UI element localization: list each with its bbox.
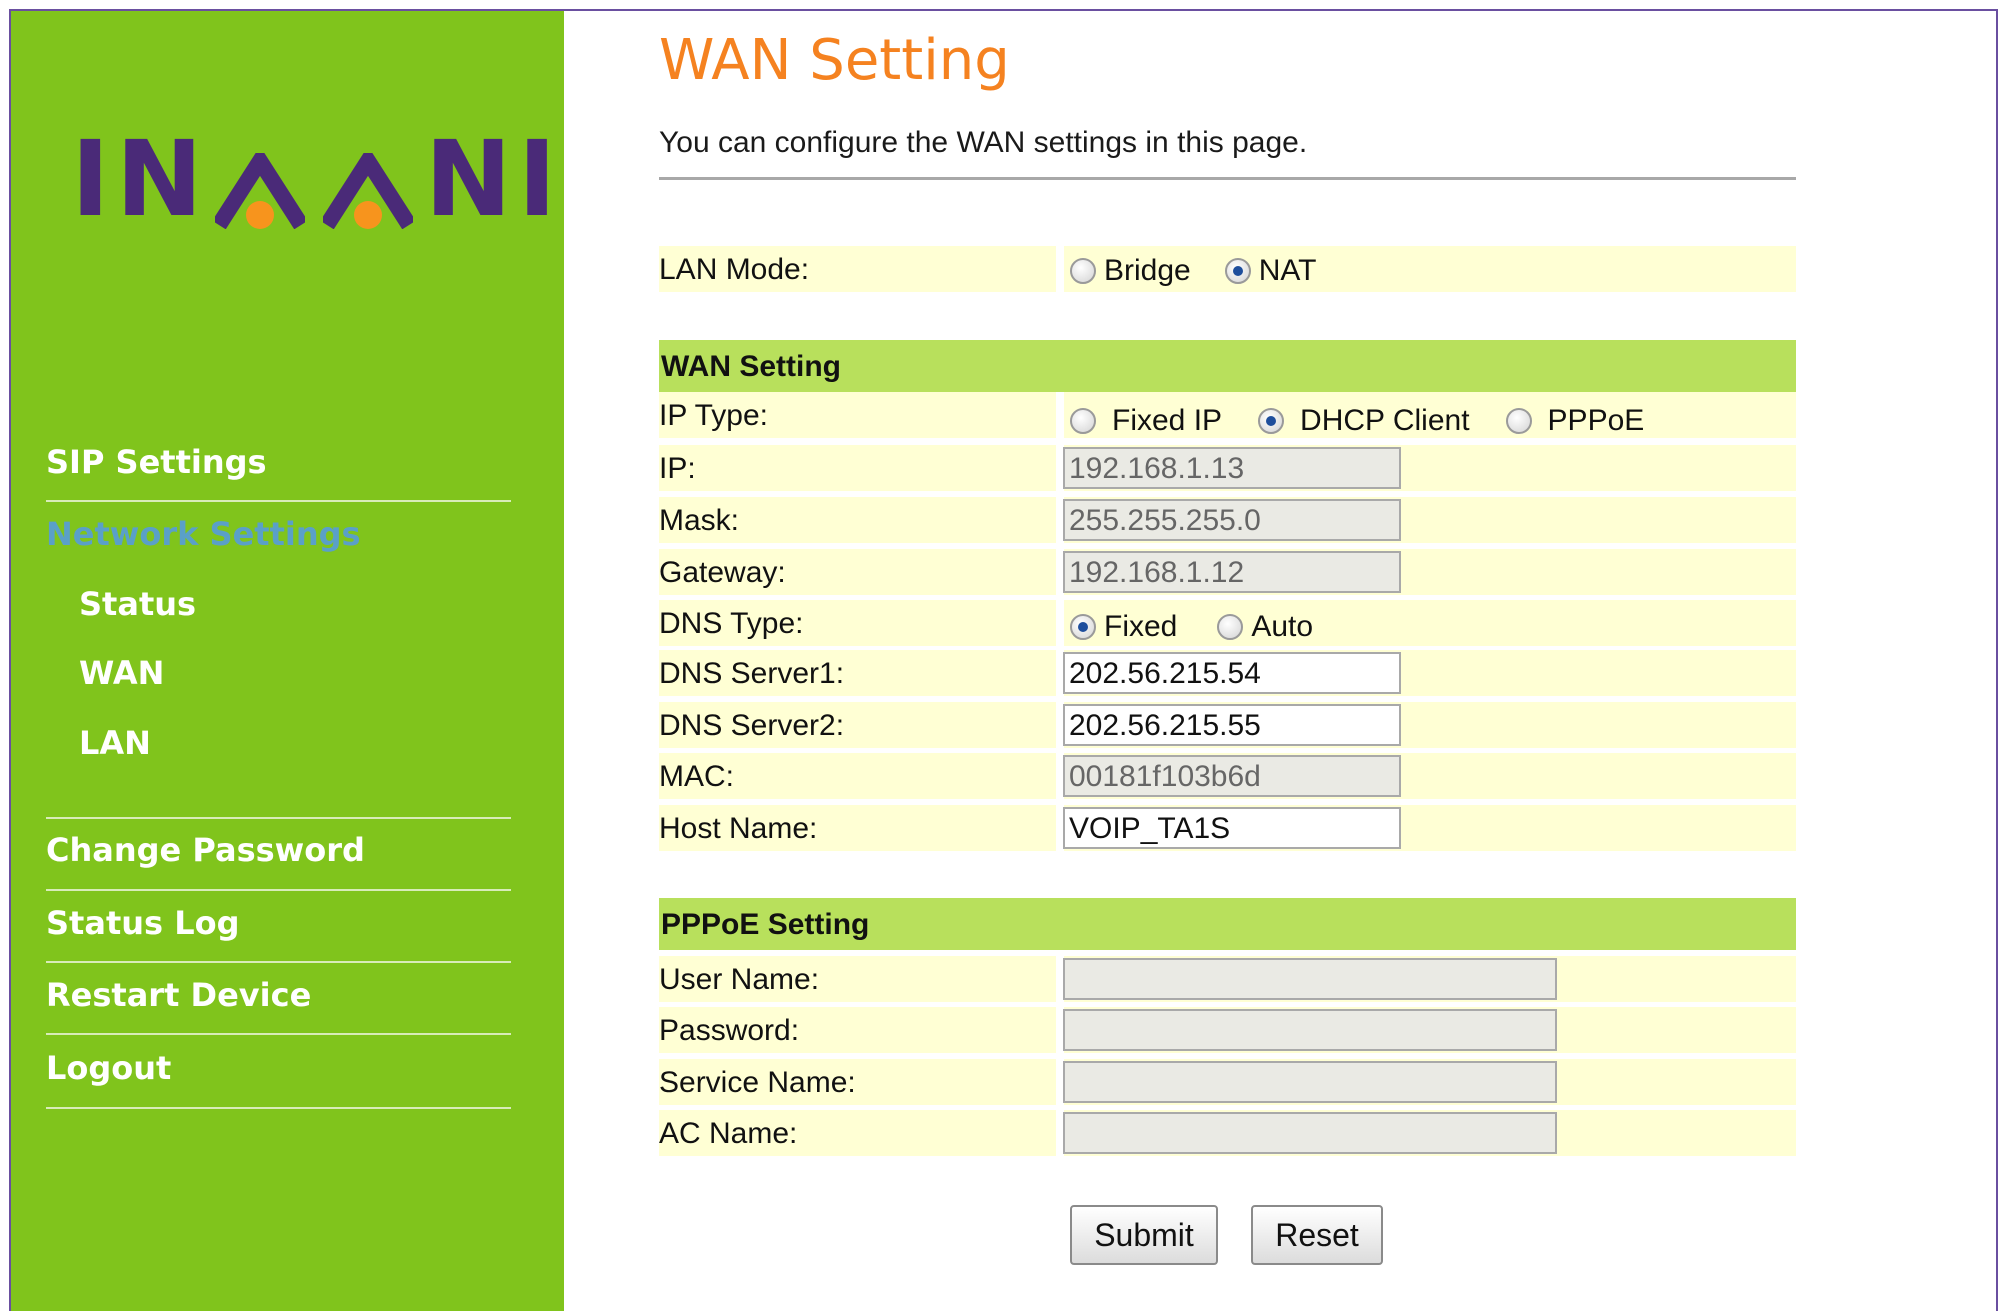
ip-type-label: IP Type: (659, 399, 768, 432)
radio-unchecked-icon[interactable] (1070, 258, 1096, 284)
ip-label: IP: (659, 452, 696, 485)
ip-field[interactable]: 192.168.1.13 (1063, 447, 1401, 489)
pppoe-password-row: Password: (659, 1007, 1796, 1053)
pppoe-user-field[interactable] (1063, 958, 1557, 1000)
page-description: You can configure the WAN settings in th… (659, 126, 1308, 159)
lan-mode-row: LAN Mode: Bridge NAT (659, 246, 1796, 292)
wan-section-header: WAN Setting (659, 340, 1796, 392)
dns-server1-label: DNS Server1: (659, 657, 845, 690)
dns-server1-field[interactable]: 202.56.215.54 (1063, 652, 1401, 694)
pppoe-service-label: Service Name: (659, 1066, 856, 1099)
mac-label: MAC: (659, 760, 734, 793)
pppoe-password-field[interactable] (1063, 1009, 1557, 1051)
nav-divider (46, 1107, 511, 1109)
lan-mode-bridge-radio[interactable]: Bridge (1070, 254, 1191, 288)
nav-divider (46, 889, 511, 891)
dns-type-label: DNS Type: (659, 607, 804, 640)
dns-type-row: DNS Type: Fixed Auto (659, 600, 1796, 646)
sidebar-item-change-password[interactable]: Change Password (46, 831, 511, 869)
pppoe-user-row: User Name: (659, 956, 1796, 1002)
ip-type-fixed-radio[interactable]: Fixed IP (1070, 404, 1222, 438)
ip-type-pppoe-radio[interactable]: PPPoE (1505, 404, 1644, 438)
sidebar-item-sip-settings[interactable]: SIP Settings (46, 443, 511, 481)
pppoe-ac-label: AC Name: (659, 1117, 798, 1150)
pppoe-section-header: PPPoE Setting (659, 898, 1796, 950)
pppoe-password-label: Password: (659, 1014, 800, 1047)
sidebar-item-status-log[interactable]: Status Log (46, 904, 511, 942)
mac-row: MAC: 00181f103b6d (659, 753, 1796, 799)
radio-unchecked-icon[interactable] (1217, 614, 1244, 640)
reset-button[interactable]: Reset (1251, 1205, 1383, 1265)
brand-logo: I N N I (71, 118, 557, 240)
ip-row: IP: 192.168.1.13 (659, 445, 1796, 491)
radio-checked-icon[interactable] (1258, 408, 1285, 434)
host-name-row: Host Name: VOIP_TA1S (659, 805, 1796, 851)
radio-unchecked-icon[interactable] (1505, 408, 1532, 434)
page-title: WAN Setting (659, 28, 1010, 93)
mask-field[interactable]: 255.255.255.0 (1063, 499, 1401, 541)
lan-mode-label: LAN Mode: (659, 253, 810, 286)
mac-field[interactable]: 00181f103b6d (1063, 755, 1401, 797)
nav-divider (46, 817, 511, 819)
mask-label: Mask: (659, 504, 740, 537)
nav-divider (46, 500, 511, 502)
nav-divider (46, 961, 511, 963)
pppoe-service-field[interactable] (1063, 1061, 1557, 1103)
submit-button[interactable]: Submit (1070, 1205, 1218, 1265)
sidebar: I N N I SIP Settings Network Settings St… (11, 11, 564, 1311)
sidebar-item-lan[interactable]: LAN (79, 724, 151, 762)
sidebar-item-network-settings[interactable]: Network Settings (46, 515, 511, 553)
radio-unchecked-icon[interactable] (1070, 408, 1096, 434)
gateway-label: Gateway: (659, 556, 786, 589)
gateway-field[interactable]: 192.168.1.12 (1063, 551, 1401, 593)
radio-checked-icon[interactable] (1070, 614, 1096, 640)
dns-server1-row: DNS Server1: 202.56.215.54 (659, 650, 1796, 696)
lan-mode-radio-group: Bridge NAT (1070, 254, 1351, 288)
radio-checked-icon[interactable] (1224, 258, 1251, 284)
dns-server2-field[interactable]: 202.56.215.55 (1063, 704, 1401, 746)
nav-divider (46, 1033, 511, 1035)
sidebar-item-wan[interactable]: WAN (79, 654, 164, 692)
sidebar-item-status[interactable]: Status (79, 585, 196, 623)
dns-server2-label: DNS Server2: (659, 709, 845, 742)
pppoe-ac-field[interactable] (1063, 1112, 1557, 1154)
pppoe-service-row: Service Name: (659, 1059, 1796, 1105)
pppoe-ac-row: AC Name: (659, 1110, 1796, 1156)
host-name-label: Host Name: (659, 812, 818, 845)
title-divider (659, 177, 1796, 180)
host-name-field[interactable]: VOIP_TA1S (1063, 807, 1401, 849)
ip-type-row: IP Type: Fixed IP DHCP Client PPPoE (659, 392, 1796, 438)
pppoe-user-label: User Name: (659, 963, 820, 996)
lan-mode-nat-radio[interactable]: NAT (1224, 254, 1317, 288)
dns-server2-row: DNS Server2: 202.56.215.55 (659, 702, 1796, 748)
ip-type-radio-group: Fixed IP DHCP Client PPPoE (1070, 404, 1678, 438)
dns-type-radio-group: Fixed Auto (1070, 610, 1347, 644)
gateway-row: Gateway: 192.168.1.12 (659, 549, 1796, 595)
dns-type-fixed-radio[interactable]: Fixed (1070, 610, 1177, 644)
ip-type-dhcp-radio[interactable]: DHCP Client (1258, 404, 1470, 438)
sidebar-item-restart-device[interactable]: Restart Device (46, 976, 511, 1014)
dns-type-auto-radio[interactable]: Auto (1217, 610, 1313, 644)
mask-row: Mask: 255.255.255.0 (659, 497, 1796, 543)
sidebar-item-logout[interactable]: Logout (46, 1049, 511, 1087)
